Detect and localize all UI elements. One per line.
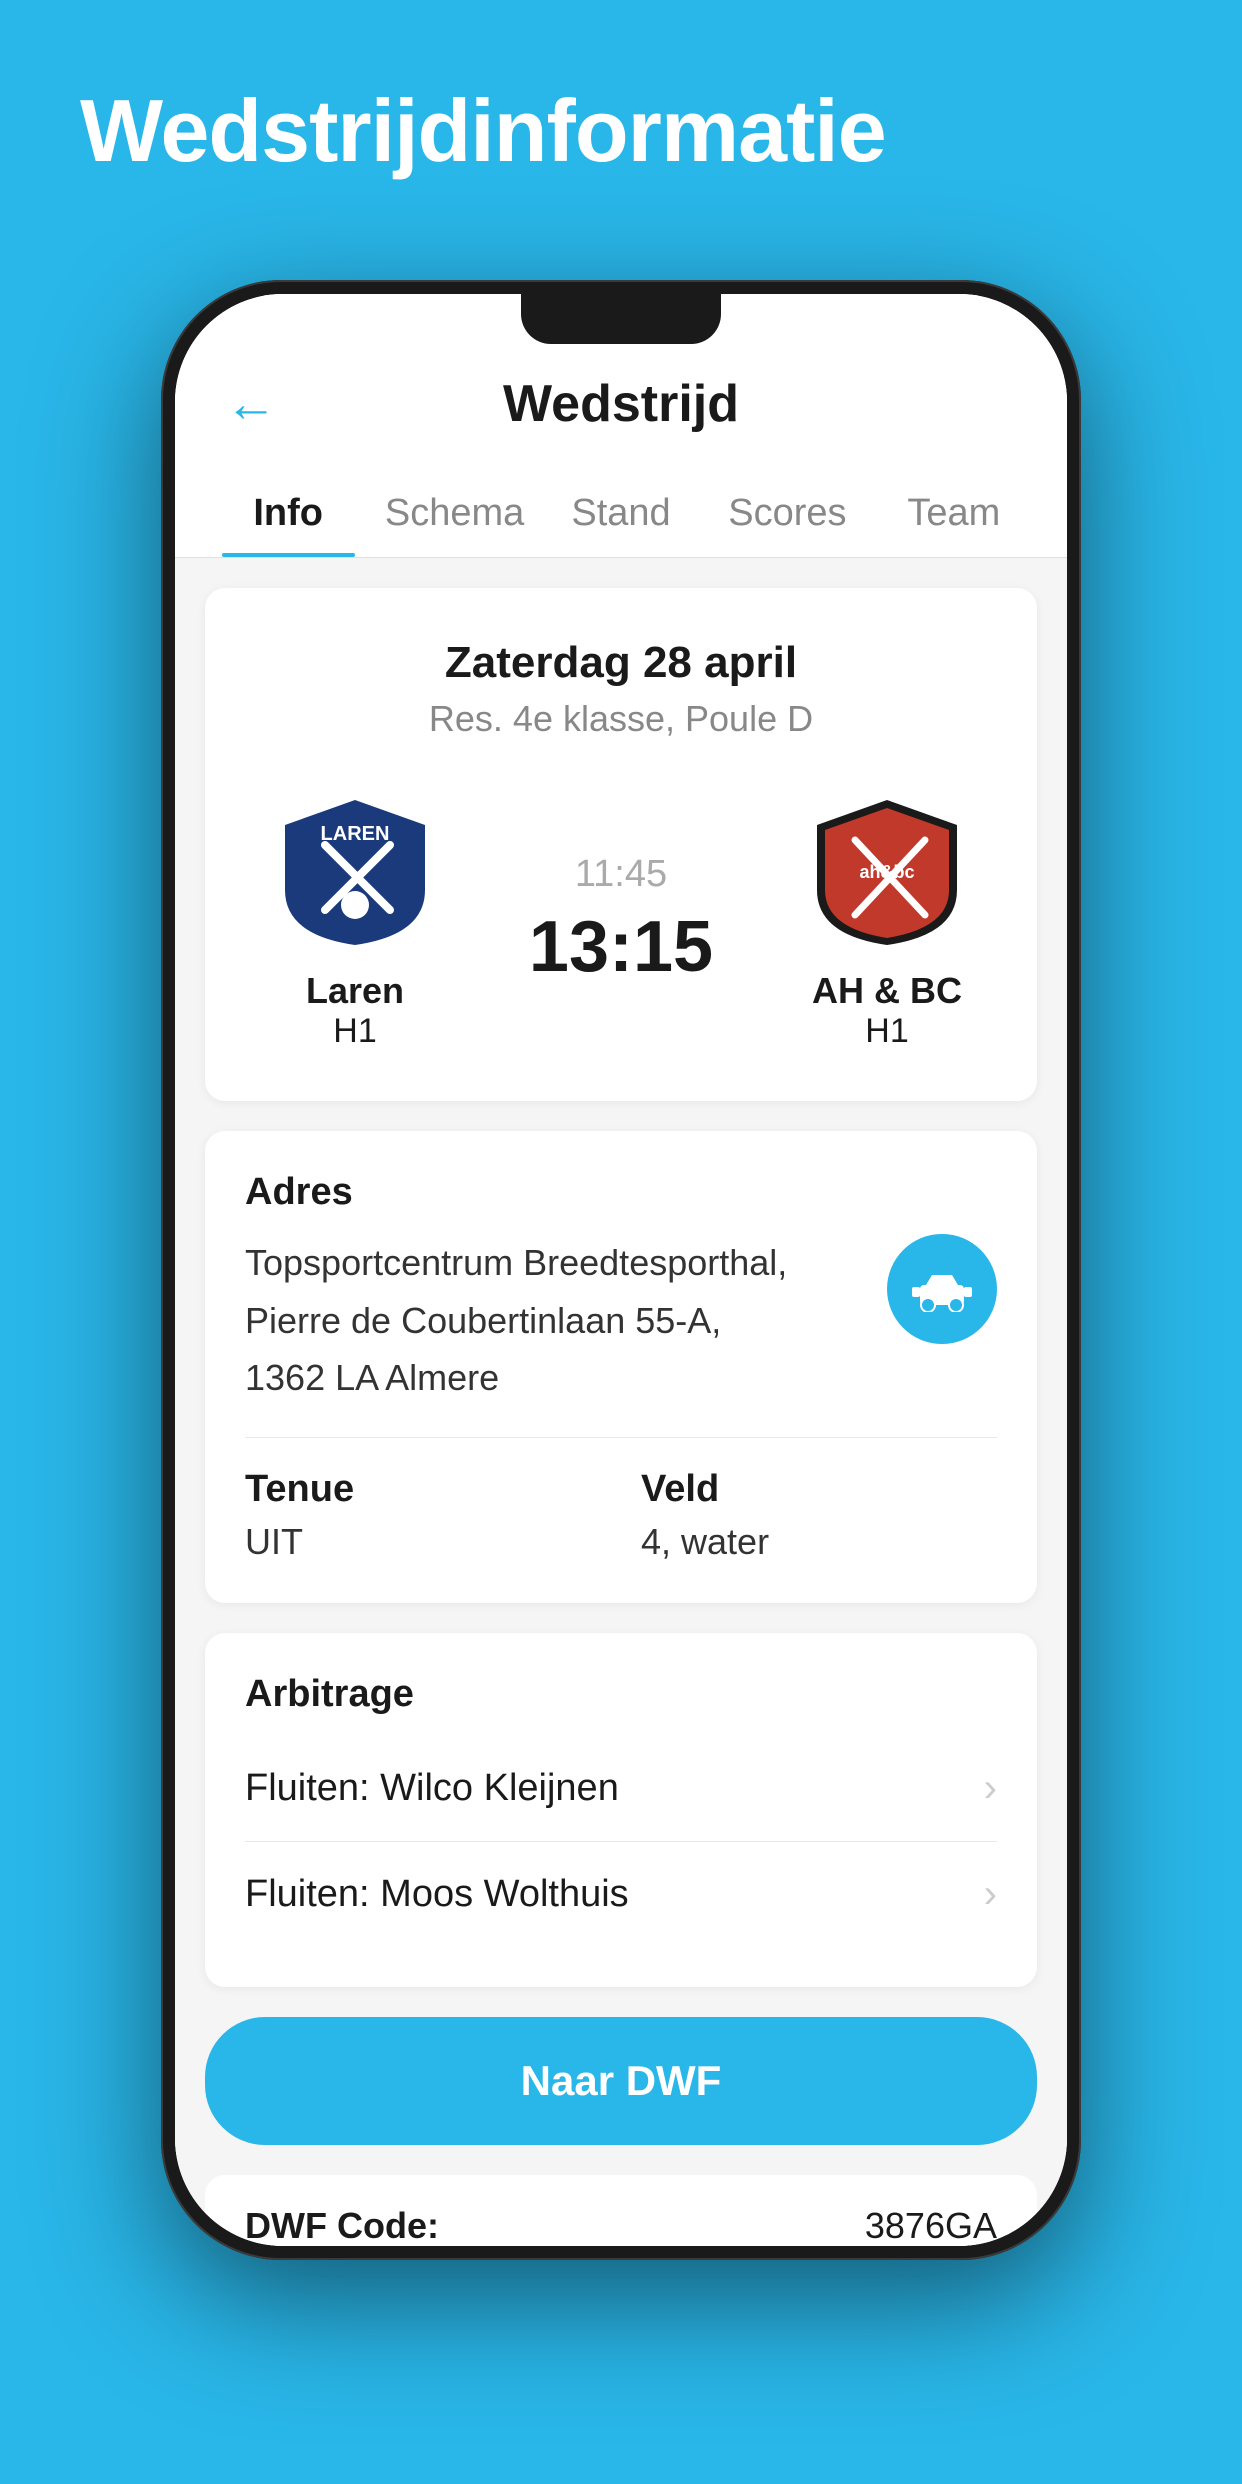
away-team-logo: ah&bc xyxy=(807,790,967,950)
home-team-name: Laren xyxy=(306,970,404,1012)
arbitrage-item-1[interactable]: Fluiten: Wilco Kleijnen › xyxy=(245,1736,997,1842)
dwf-button[interactable]: Naar DWF xyxy=(205,2017,1037,2145)
home-team: LAREN Laren H1 xyxy=(245,790,465,1051)
arbitrage-name-2: Fluiten: Moos Wolthuis xyxy=(245,1873,629,1916)
svg-text:LAREN: LAREN xyxy=(321,823,390,845)
match-competition: Res. 4e klasse, Poule D xyxy=(245,698,997,740)
home-team-logo: LAREN xyxy=(275,790,435,950)
match-score: 13:15 xyxy=(529,906,713,988)
dwf-code-row: DWF Code: 3876GA xyxy=(205,2175,1037,2246)
phone-frame: ← Wedstrijd Info Schema Stand Scores Tea… xyxy=(161,280,1081,2260)
address-text: Topsportcentrum Breedtesporthal, Pierre … xyxy=(245,1234,887,1407)
dwf-button-label: Naar DWF xyxy=(245,2057,997,2105)
phone-notch xyxy=(521,294,721,344)
tab-schema[interactable]: Schema xyxy=(371,464,537,557)
phone-screen: ← Wedstrijd Info Schema Stand Scores Tea… xyxy=(175,294,1067,2246)
tenue-group: Tenue UIT xyxy=(245,1468,601,1563)
car-icon xyxy=(912,1267,972,1312)
veld-group: Veld 4, water xyxy=(641,1468,997,1563)
tab-info[interactable]: Info xyxy=(205,464,371,557)
tenue-label: Tenue xyxy=(245,1468,601,1511)
arbitrage-label: Arbitrage xyxy=(245,1673,997,1716)
away-team-sub: H1 xyxy=(865,1012,908,1051)
svg-text:ah&bc: ah&bc xyxy=(859,862,914,882)
address-row: Topsportcentrum Breedtesporthal, Pierre … xyxy=(245,1234,997,1407)
back-button[interactable]: ← xyxy=(225,374,277,434)
navigate-button[interactable] xyxy=(887,1234,997,1344)
away-team: ah&bc AH & BC H1 xyxy=(777,790,997,1051)
match-card: Zaterdag 28 april Res. 4e klasse, Poule … xyxy=(205,588,1037,1101)
header-title: Wedstrijd xyxy=(503,374,739,434)
chevron-right-icon-2: › xyxy=(984,1872,997,1917)
match-date: Zaterdag 28 april xyxy=(245,638,997,688)
main-content: Zaterdag 28 april Res. 4e klasse, Poule … xyxy=(175,558,1067,2246)
arbitrage-item-2[interactable]: Fluiten: Moos Wolthuis › xyxy=(245,1842,997,1947)
tabs-container: Info Schema Stand Scores Team xyxy=(175,464,1067,558)
tenue-value: UIT xyxy=(245,1521,601,1563)
score-area: 11:45 13:15 xyxy=(465,853,777,988)
teams-row: LAREN Laren H1 11:45 13:15 xyxy=(245,790,997,1051)
app-content: ← Wedstrijd Info Schema Stand Scores Tea… xyxy=(175,294,1067,2246)
dwf-code-label: DWF Code: xyxy=(245,2205,439,2246)
address-section: Adres Topsportcentrum Breedtesporthal, P… xyxy=(205,1131,1037,1603)
arbitrage-section: Arbitrage Fluiten: Wilco Kleijnen › Flui… xyxy=(205,1633,1037,1987)
fields-row: Tenue UIT Veld 4, water xyxy=(245,1468,997,1563)
tab-scores[interactable]: Scores xyxy=(704,464,870,557)
away-team-name: AH & BC xyxy=(812,970,962,1012)
veld-value: 4, water xyxy=(641,1521,997,1563)
page-background-title: Wedstrijdinformatie xyxy=(0,0,1242,182)
tab-team[interactable]: Team xyxy=(871,464,1037,557)
address-label: Adres xyxy=(245,1171,997,1214)
arbitrage-name-1: Fluiten: Wilco Kleijnen xyxy=(245,1767,619,1810)
tab-stand[interactable]: Stand xyxy=(538,464,704,557)
dwf-code-value: 3876GA xyxy=(865,2205,997,2246)
veld-label: Veld xyxy=(641,1468,997,1511)
divider-1 xyxy=(245,1437,997,1438)
chevron-right-icon-1: › xyxy=(984,1766,997,1811)
match-time-planned: 11:45 xyxy=(575,853,667,896)
home-team-sub: H1 xyxy=(333,1012,376,1051)
